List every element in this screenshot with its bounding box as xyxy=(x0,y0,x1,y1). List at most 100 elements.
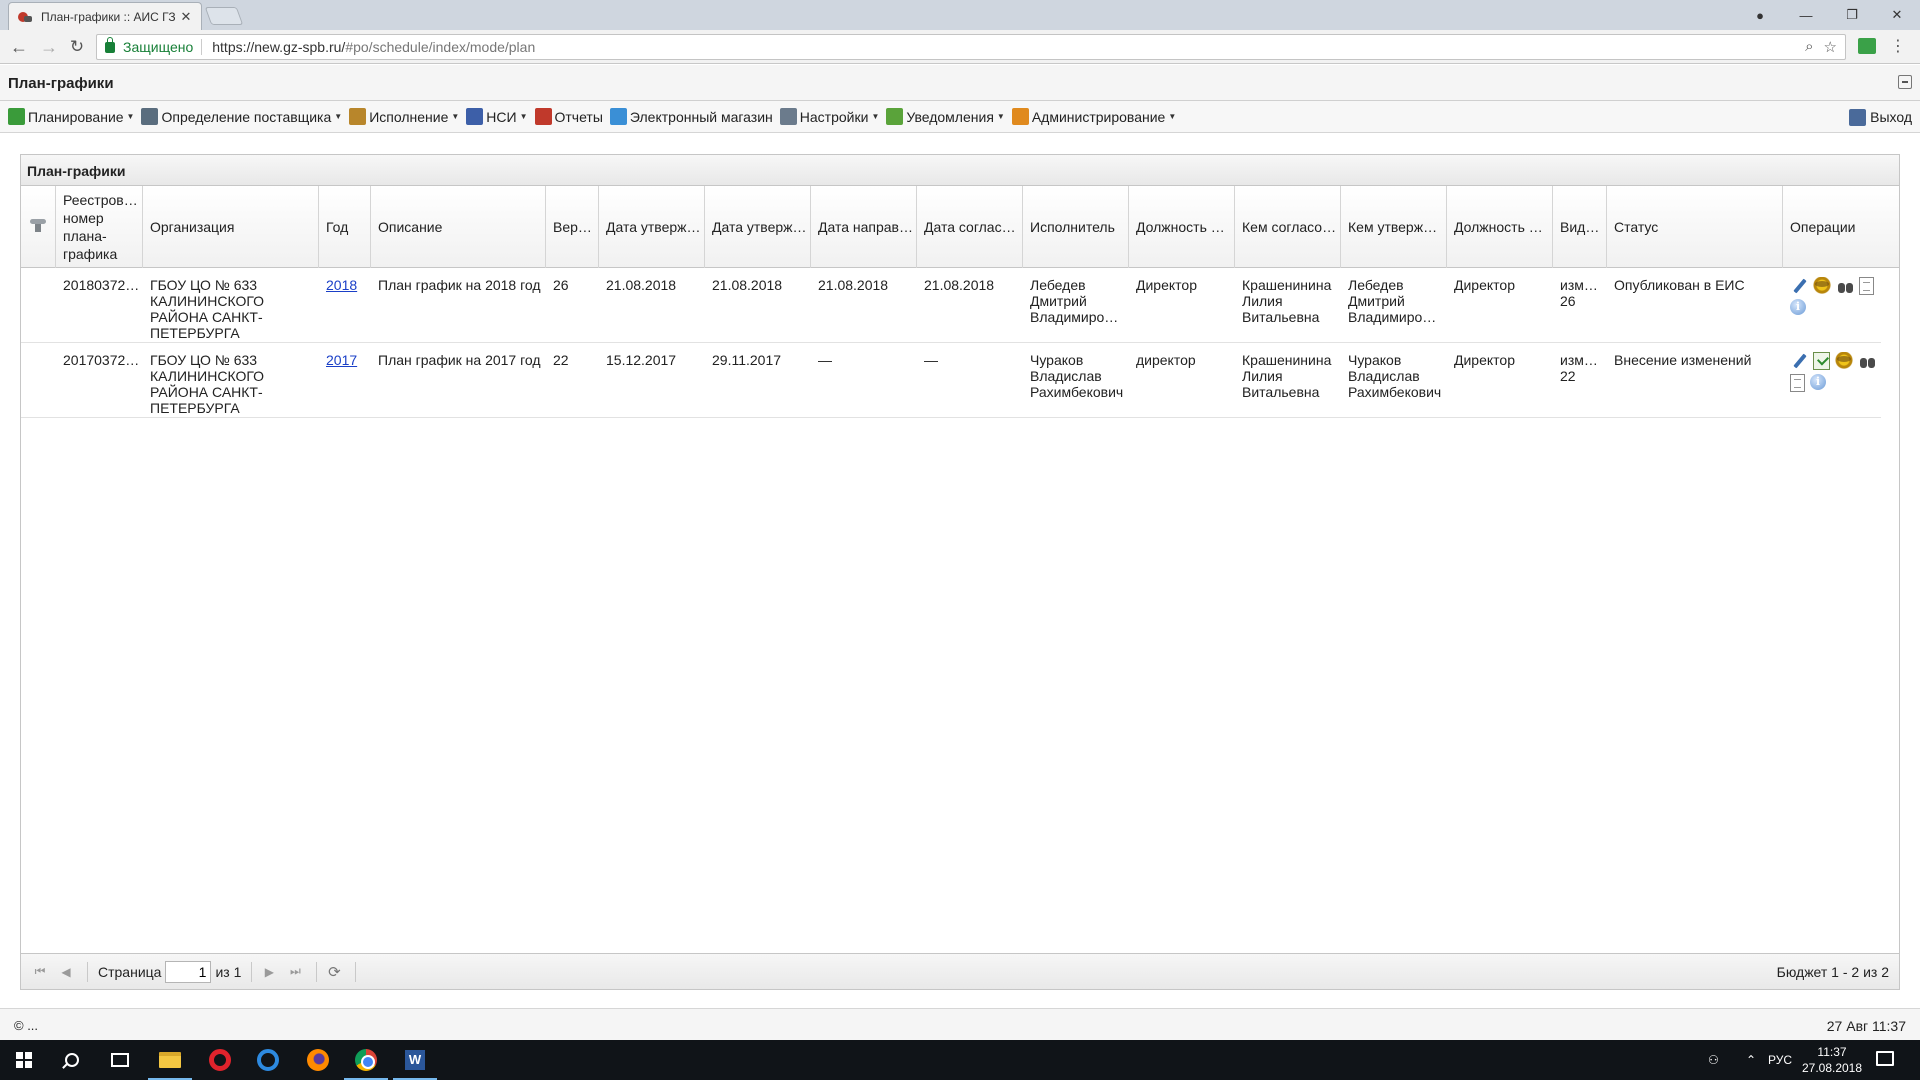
column-header-9[interactable]: Исполнитель xyxy=(1023,186,1129,268)
last-page-icon[interactable]: ⏭ xyxy=(284,961,306,983)
taskbar-firefox[interactable] xyxy=(294,1040,342,1080)
browser-menu-icon[interactable]: ⋮ xyxy=(1890,36,1906,56)
check-icon[interactable] xyxy=(1813,352,1830,370)
tray-expand-icon[interactable]: ⌃ xyxy=(1746,1040,1756,1080)
column-header-8[interactable]: Дата соглас… xyxy=(917,186,1023,268)
taskbar-word[interactable]: W xyxy=(391,1040,439,1080)
executor-cell: Чураков Владислав Рахимбекович xyxy=(1030,352,1124,400)
info-icon[interactable]: i xyxy=(1810,374,1826,390)
notification-icon xyxy=(886,108,904,125)
first-page-icon[interactable]: ⏮ xyxy=(29,961,51,983)
column-header-10[interactable]: Должность … xyxy=(1129,186,1235,268)
year-link[interactable]: 2018 xyxy=(326,277,357,293)
bino-icon[interactable] xyxy=(1836,277,1854,295)
organization-cell: ГБОУ ЦО № 633 КАЛИНИНСКОГО РАЙОНА САНКТ-… xyxy=(150,277,265,341)
column-header-3[interactable]: Описание xyxy=(371,186,546,268)
browser-tabstrip: План-графики :: АИС ГЗ ✕ ● — ❐ ✕ xyxy=(0,0,1920,30)
column-header-13[interactable]: Должность … xyxy=(1447,186,1553,268)
lock-icon xyxy=(105,36,115,53)
collapse-header-icon[interactable] xyxy=(1898,75,1912,89)
column-header-12[interactable]: Кем утверж… xyxy=(1341,186,1447,268)
taskbar-opera[interactable] xyxy=(196,1040,244,1080)
filter-column[interactable] xyxy=(21,186,56,268)
system-time: 11:37 xyxy=(1817,1045,1847,1059)
doc-icon[interactable] xyxy=(1790,374,1805,392)
column-header-6[interactable]: Дата утверж… xyxy=(705,186,811,268)
doc-icon[interactable] xyxy=(1859,277,1874,295)
menu-item-5[interactable]: Электронный магазин xyxy=(608,104,778,130)
taskbar-chrome[interactable] xyxy=(342,1040,390,1080)
column-header-4[interactable]: Вер… xyxy=(546,186,599,268)
edit-icon[interactable] xyxy=(1790,277,1808,295)
dropdown-caret-icon: ▼ xyxy=(451,112,460,121)
new-tab-button[interactable] xyxy=(204,7,244,25)
status-cell: Опубликован в ЕИС xyxy=(1614,277,1745,293)
info-icon[interactable]: i xyxy=(1790,299,1806,315)
table-row[interactable]: 20180372… ГБОУ ЦО № 633 КАЛИНИНСКОГО РАЙО… xyxy=(21,268,1881,343)
people-icon[interactable]: ⚇ xyxy=(1708,1040,1719,1080)
menu-item-3[interactable]: НСИ ▼ xyxy=(464,104,532,130)
restore-icon[interactable]: ❐ xyxy=(1829,0,1875,30)
taskbar-ie[interactable] xyxy=(244,1040,292,1080)
start-button[interactable] xyxy=(0,1040,48,1080)
forward-arrow-icon[interactable]: → xyxy=(38,36,60,58)
back-arrow-icon[interactable]: ← xyxy=(8,36,30,58)
url-input[interactable]: Защищено https://new.gz-spb.ru/#po/sched… xyxy=(96,34,1846,60)
windows-taskbar: W ⚇ ⌃ РУС 11:37 27.08.2018 xyxy=(0,1040,1920,1080)
agreed-by-cell: Крашенинина Лилия Витальевна xyxy=(1242,352,1332,400)
operations-cell: i xyxy=(1783,343,1881,418)
profile-icon[interactable]: ● xyxy=(1737,0,1783,30)
table-row[interactable]: 20170372… ГБОУ ЦО № 633 КАЛИНИНСКОГО РАЙО… xyxy=(21,343,1881,418)
menu-item-7[interactable]: Уведомления ▼ xyxy=(884,104,1009,130)
copyright-text: © ... xyxy=(14,1018,39,1033)
eagle-icon[interactable] xyxy=(1813,277,1831,295)
menu-item-2[interactable]: Исполнение ▼ xyxy=(347,104,464,130)
tab-close-icon[interactable]: ✕ xyxy=(179,9,193,25)
exit-button[interactable]: Выход xyxy=(1849,104,1912,130)
footer-datetime: 27 Авг 11:37 xyxy=(1826,1018,1906,1034)
position-cell: директор xyxy=(1136,352,1196,368)
menu-item-0[interactable]: Планирование ▼ xyxy=(6,104,139,130)
bookmark-star-icon[interactable]: ☆ xyxy=(1824,38,1837,56)
column-header-7[interactable]: Дата направ… xyxy=(811,186,917,268)
zoom-icon[interactable]: ⌕ xyxy=(1805,38,1813,56)
minimize-icon[interactable]: — xyxy=(1783,0,1829,30)
page-label: Страница xyxy=(98,963,162,980)
taskbar-explorer[interactable] xyxy=(146,1040,194,1080)
agreed-date-cell: — xyxy=(924,352,938,368)
browser-tab[interactable]: План-графики :: АИС ГЗ ✕ xyxy=(8,2,202,30)
language-indicator[interactable]: РУС xyxy=(1768,1040,1792,1080)
menu-item-1[interactable]: Определение поставщика ▼ xyxy=(139,104,347,130)
window-close-icon[interactable]: ✕ xyxy=(1874,0,1920,30)
refresh-icon[interactable]: ⟳ xyxy=(323,961,345,983)
column-header-16[interactable]: Операции xyxy=(1783,186,1881,268)
sent-date-cell: — xyxy=(818,352,832,368)
action-center-icon[interactable] xyxy=(1876,1051,1894,1066)
menu-item-8[interactable]: Администрирование ▼ xyxy=(1010,104,1181,130)
prev-page-icon[interactable]: ◀ xyxy=(55,961,77,983)
reload-icon[interactable]: ↻ xyxy=(66,36,88,58)
edit-icon[interactable] xyxy=(1790,352,1808,370)
wrench-icon xyxy=(779,108,797,125)
pager-divider xyxy=(251,961,253,982)
version-cell: 26 xyxy=(553,277,569,293)
next-page-icon[interactable]: ▶ xyxy=(258,961,280,983)
column-header-2[interactable]: Год xyxy=(319,186,371,268)
page-number-input[interactable] xyxy=(165,960,212,983)
filter-icon[interactable] xyxy=(30,219,46,233)
search-button[interactable] xyxy=(48,1040,96,1080)
column-header-15[interactable]: Статус xyxy=(1607,186,1783,268)
system-clock[interactable]: 11:37 27.08.2018 xyxy=(1797,1044,1867,1076)
column-header-11[interactable]: Кем согласо… xyxy=(1235,186,1341,268)
column-header-0[interactable]: Реестров… номер плана-графика xyxy=(56,186,143,268)
bino-icon[interactable] xyxy=(1858,352,1876,370)
menu-item-6[interactable]: Настройки ▼ xyxy=(778,104,885,130)
extension-icon[interactable] xyxy=(1858,38,1876,54)
eagle-icon[interactable] xyxy=(1835,352,1853,370)
year-link[interactable]: 2017 xyxy=(326,352,357,368)
column-header-5[interactable]: Дата утверж… xyxy=(599,186,705,268)
task-view-button[interactable] xyxy=(96,1040,144,1080)
column-header-1[interactable]: Организация xyxy=(143,186,319,268)
menu-item-4[interactable]: Отчеты xyxy=(533,104,608,130)
column-header-14[interactable]: Вид… xyxy=(1553,186,1607,268)
